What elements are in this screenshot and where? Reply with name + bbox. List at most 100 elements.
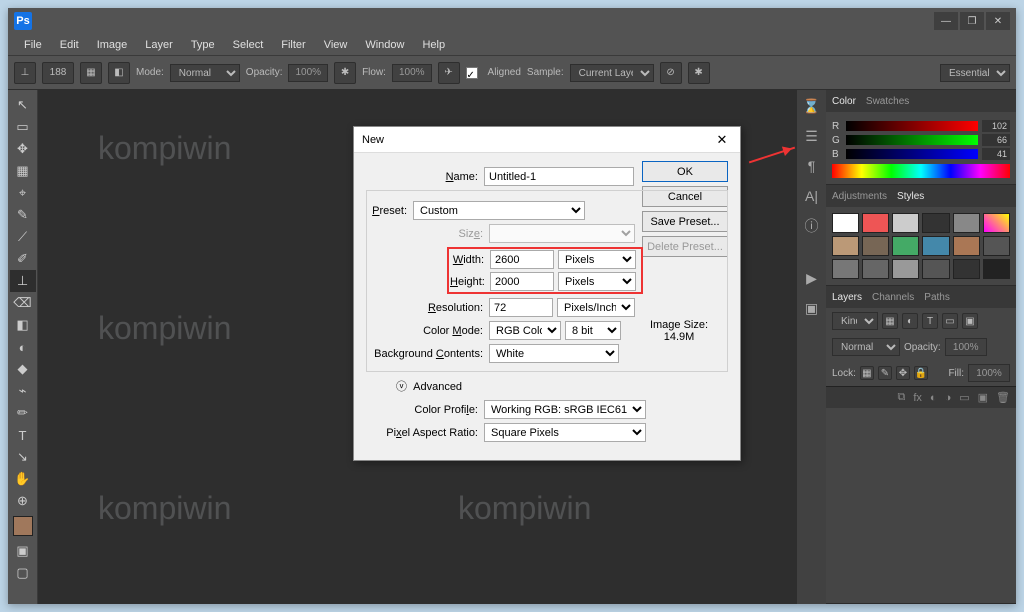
style-swatch[interactable]: [832, 236, 859, 256]
dialog-titlebar[interactable]: New ✕: [354, 127, 740, 153]
width-input[interactable]: [490, 250, 554, 269]
preset-select[interactable]: Custom: [413, 201, 585, 220]
properties-icon[interactable]: ☰: [802, 126, 822, 146]
tab-styles[interactable]: Styles: [897, 191, 924, 202]
history-brush-tool[interactable]: ⌫: [10, 292, 36, 314]
r-value[interactable]: 102: [982, 120, 1010, 132]
resolution-unit-select[interactable]: Pixels/Inch: [557, 298, 635, 317]
filter-adjust-icon[interactable]: ◐: [902, 313, 918, 329]
style-swatch[interactable]: [983, 213, 1010, 233]
zoom-tool[interactable]: ⊕: [10, 490, 36, 512]
layer-filter[interactable]: Kind: [832, 312, 878, 330]
bg-contents-select[interactable]: White: [489, 344, 619, 363]
tab-paths[interactable]: Paths: [924, 292, 950, 303]
blur-tool[interactable]: ◆: [10, 358, 36, 380]
style-swatch[interactable]: [953, 236, 980, 256]
hand-tool[interactable]: ✋: [10, 468, 36, 490]
menu-window[interactable]: Window: [357, 36, 412, 54]
color-ramp[interactable]: [832, 164, 1010, 178]
b-slider[interactable]: [846, 149, 978, 159]
lasso-tool[interactable]: ✥: [10, 138, 36, 160]
character-icon[interactable]: ¶: [802, 156, 822, 176]
tab-channels[interactable]: Channels: [872, 292, 914, 303]
filter-shape-icon[interactable]: ▭: [942, 313, 958, 329]
style-swatch[interactable]: [862, 236, 889, 256]
r-slider[interactable]: [846, 121, 978, 131]
color-profile-select[interactable]: Working RGB: sRGB IEC61966-2.1: [484, 400, 646, 419]
lock-transparent-icon[interactable]: ▦: [860, 366, 874, 380]
height-unit-select[interactable]: Pixels: [558, 272, 636, 291]
healing-tool[interactable]: ⟋: [10, 226, 36, 248]
paragraph-icon[interactable]: A|: [802, 186, 822, 206]
tab-swatches[interactable]: Swatches: [866, 96, 909, 107]
width-unit-select[interactable]: Pixels: [558, 250, 636, 269]
timeline-icon[interactable]: ▣: [802, 298, 822, 318]
brush-settings-icon[interactable]: ◧: [108, 62, 130, 84]
gradient-tool[interactable]: ◐: [10, 336, 36, 358]
menu-filter[interactable]: Filter: [273, 36, 313, 54]
style-swatch[interactable]: [983, 259, 1010, 279]
dialog-close-button[interactable]: ✕: [712, 130, 732, 150]
menu-help[interactable]: Help: [414, 36, 453, 54]
brush-panel-icon[interactable]: ▦: [80, 62, 102, 84]
style-swatch[interactable]: [892, 213, 919, 233]
screen-mode-icon[interactable]: ▢: [10, 562, 36, 584]
pen-tool[interactable]: ✏: [10, 402, 36, 424]
opacity-value[interactable]: 100%: [288, 64, 328, 82]
tab-color[interactable]: Color: [832, 96, 856, 107]
menu-view[interactable]: View: [316, 36, 356, 54]
new-fill-icon[interactable]: ◑: [945, 392, 952, 404]
layer-mask-icon[interactable]: ◐: [930, 392, 937, 404]
new-layer-icon[interactable]: ▣: [978, 391, 988, 404]
color-mode-select[interactable]: RGB Color: [489, 321, 561, 340]
crop-tool[interactable]: ⌖: [10, 182, 36, 204]
style-swatch[interactable]: [922, 259, 949, 279]
style-swatch[interactable]: [892, 236, 919, 256]
delete-layer-icon[interactable]: 🗑: [996, 391, 1010, 404]
style-swatch[interactable]: [953, 259, 980, 279]
layer-opacity[interactable]: 100%: [945, 338, 987, 356]
airbrush-icon[interactable]: ✈: [438, 62, 460, 84]
eyedropper-tool[interactable]: ✎: [10, 204, 36, 226]
sample-select[interactable]: Current Layer: [570, 64, 654, 82]
style-swatch[interactable]: [832, 213, 859, 233]
g-value[interactable]: 66: [982, 134, 1010, 146]
link-layers-icon[interactable]: ⧉: [897, 391, 905, 404]
menu-select[interactable]: Select: [225, 36, 272, 54]
filter-smart-icon[interactable]: ▣: [962, 313, 978, 329]
style-swatch[interactable]: [862, 213, 889, 233]
pressure-opacity-icon[interactable]: ✱: [334, 62, 356, 84]
pixel-aspect-select[interactable]: Square Pixels: [484, 423, 646, 442]
flow-value[interactable]: 100%: [392, 64, 432, 82]
menu-file[interactable]: File: [16, 36, 50, 54]
aligned-checkbox[interactable]: [466, 67, 478, 79]
lock-position-icon[interactable]: ✥: [896, 366, 910, 380]
layer-blend-mode[interactable]: Normal: [832, 338, 900, 356]
minimize-button[interactable]: —: [934, 12, 958, 30]
history-icon[interactable]: ⌛: [802, 96, 822, 116]
move-tool[interactable]: ↖: [10, 94, 36, 116]
height-input[interactable]: [490, 272, 554, 291]
clone-stamp-tool[interactable]: ⊥: [10, 270, 36, 292]
tab-layers[interactable]: Layers: [832, 292, 862, 303]
new-group-icon[interactable]: ▭: [959, 391, 969, 404]
foreground-background-swatch[interactable]: [13, 516, 33, 536]
maximize-button[interactable]: ❐: [960, 12, 984, 30]
ignore-adjust-icon[interactable]: ⊘: [660, 62, 682, 84]
dodge-tool[interactable]: ⌁: [10, 380, 36, 402]
style-swatch[interactable]: [983, 236, 1010, 256]
lock-pixels-icon[interactable]: ✎: [878, 366, 892, 380]
style-swatch[interactable]: [832, 259, 859, 279]
b-value[interactable]: 41: [982, 148, 1010, 160]
resolution-input[interactable]: [489, 298, 553, 317]
quick-mask-icon[interactable]: ▣: [10, 540, 36, 562]
nav-icon[interactable]: ▶: [802, 268, 822, 288]
brush-tool[interactable]: ✐: [10, 248, 36, 270]
tool-preset-icon[interactable]: ⊥: [14, 62, 36, 84]
info-icon[interactable]: ⓘ: [802, 216, 822, 236]
tab-adjustments[interactable]: Adjustments: [832, 191, 887, 202]
style-swatch[interactable]: [922, 236, 949, 256]
style-swatch[interactable]: [953, 213, 980, 233]
path-select-tool[interactable]: ↘: [10, 446, 36, 468]
blend-mode-select[interactable]: Normal: [170, 64, 240, 82]
